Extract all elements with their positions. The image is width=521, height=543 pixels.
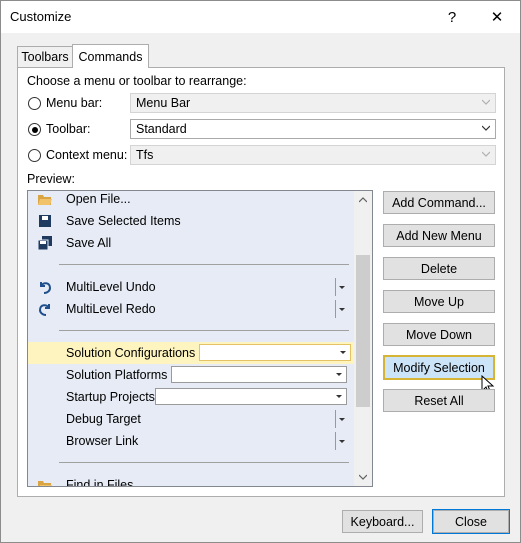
save-all-icon: [37, 236, 52, 251]
add-command-button[interactable]: Add Command...: [383, 191, 495, 214]
context-menu-radio[interactable]: [28, 149, 41, 162]
menu-bar-radio[interactable]: [28, 97, 41, 110]
list-item-solution-platforms[interactable]: Solution Platforms: [28, 364, 354, 386]
menu-bar-label: Menu bar:: [46, 96, 103, 110]
scrollbar-thumb[interactable]: [356, 255, 370, 407]
modify-selection-button[interactable]: Modify Selection: [383, 355, 495, 380]
delete-button[interactable]: Delete: [383, 257, 495, 280]
dropdown-arrow[interactable]: [335, 432, 345, 450]
move-down-button[interactable]: Move Down: [383, 323, 495, 346]
reset-all-button[interactable]: Reset All: [383, 389, 495, 412]
list-item-find-in-files[interactable]: Find in Files: [28, 474, 354, 486]
separator: [59, 264, 349, 265]
list-item-label: Startup Projects: [66, 390, 155, 404]
preview-scrollbar[interactable]: [354, 191, 372, 486]
context-menu-select-value: Tfs: [136, 148, 154, 162]
menu-bar-select-value: Menu Bar: [136, 96, 191, 110]
list-item-save-selected[interactable]: Save Selected Items: [28, 210, 354, 232]
solution-configurations-combo[interactable]: [199, 344, 351, 361]
title-bar: Customize ? ✕: [1, 1, 520, 33]
move-up-button[interactable]: Move Up: [383, 290, 495, 313]
list-item-save-all[interactable]: Save All: [28, 232, 354, 254]
list-item-debug-target[interactable]: Debug Target: [28, 408, 354, 430]
list-item-label: Debug Target: [66, 412, 141, 426]
open-file-icon: [38, 195, 52, 205]
list-item-label: Save Selected Items: [66, 214, 181, 228]
list-item-multilevel-undo[interactable]: MultiLevel Undo: [28, 276, 354, 298]
separator: [59, 330, 349, 331]
scroll-down-icon[interactable]: [359, 474, 367, 480]
list-item-solution-configurations[interactable]: Solution Configurations: [28, 342, 354, 364]
list-item-multilevel-redo[interactable]: MultiLevel Redo: [28, 298, 354, 320]
toolbar-radio[interactable]: [28, 123, 41, 136]
list-item-label: MultiLevel Redo: [66, 302, 156, 316]
list-item-label: MultiLevel Undo: [66, 280, 156, 294]
close-icon: ✕: [490, 9, 504, 26]
separator: [59, 462, 349, 463]
chevron-down-icon: [482, 151, 490, 157]
preview-list-content: Open File... Save Selected Items Save Al…: [28, 191, 354, 486]
dropdown-arrow[interactable]: [335, 300, 345, 318]
list-item-label: Save All: [66, 236, 112, 250]
context-menu-label: Context menu:: [46, 148, 128, 162]
save-icon: [39, 215, 51, 227]
preview-list[interactable]: Open File... Save Selected Items Save Al…: [27, 190, 373, 487]
list-item-open-file[interactable]: Open File...: [28, 191, 354, 210]
close-window-button[interactable]: ✕: [474, 1, 520, 33]
add-new-menu-button[interactable]: Add New Menu: [383, 224, 495, 247]
choose-heading: Choose a menu or toolbar to rearrange:: [27, 74, 247, 88]
find-in-files-icon: [38, 481, 52, 486]
list-item-label: Find in Files: [66, 478, 134, 486]
tab-toolbars[interactable]: Toolbars: [17, 46, 73, 67]
help-icon: ?: [447, 8, 457, 26]
list-item-label: Open File...: [66, 192, 131, 206]
chevron-down-icon: [482, 99, 490, 105]
scroll-up-icon[interactable]: [359, 197, 367, 203]
context-menu-select[interactable]: Tfs: [130, 145, 496, 165]
customize-dialog: Customize ? ✕ Toolbars Commands Choose a…: [0, 0, 521, 543]
list-item-label: Browser Link: [66, 434, 139, 448]
dropdown-arrow[interactable]: [335, 278, 345, 296]
undo-icon: [40, 282, 52, 294]
redo-icon: [38, 304, 50, 316]
window-title: Customize: [10, 9, 72, 24]
tab-commands[interactable]: Commands: [72, 44, 149, 68]
toolbar-label: Toolbar:: [46, 122, 91, 136]
preview-label: Preview:: [27, 172, 75, 186]
list-item-startup-projects[interactable]: Startup Projects: [28, 386, 354, 408]
toolbar-select-value: Standard: [136, 122, 187, 136]
toolbar-select[interactable]: Standard: [130, 119, 496, 139]
list-item-label: Solution Platforms: [66, 368, 168, 382]
keyboard-button[interactable]: Keyboard...: [342, 510, 423, 533]
chevron-down-icon: [482, 125, 490, 131]
startup-projects-combo[interactable]: [155, 388, 347, 405]
menu-bar-select[interactable]: Menu Bar: [130, 93, 496, 113]
solution-platforms-combo[interactable]: [171, 366, 347, 383]
help-button[interactable]: ?: [429, 1, 475, 33]
list-item-label: Solution Configurations: [66, 346, 196, 360]
dropdown-arrow[interactable]: [335, 410, 345, 428]
close-button[interactable]: Close: [433, 510, 509, 533]
list-item-browser-link[interactable]: Browser Link: [28, 430, 354, 452]
